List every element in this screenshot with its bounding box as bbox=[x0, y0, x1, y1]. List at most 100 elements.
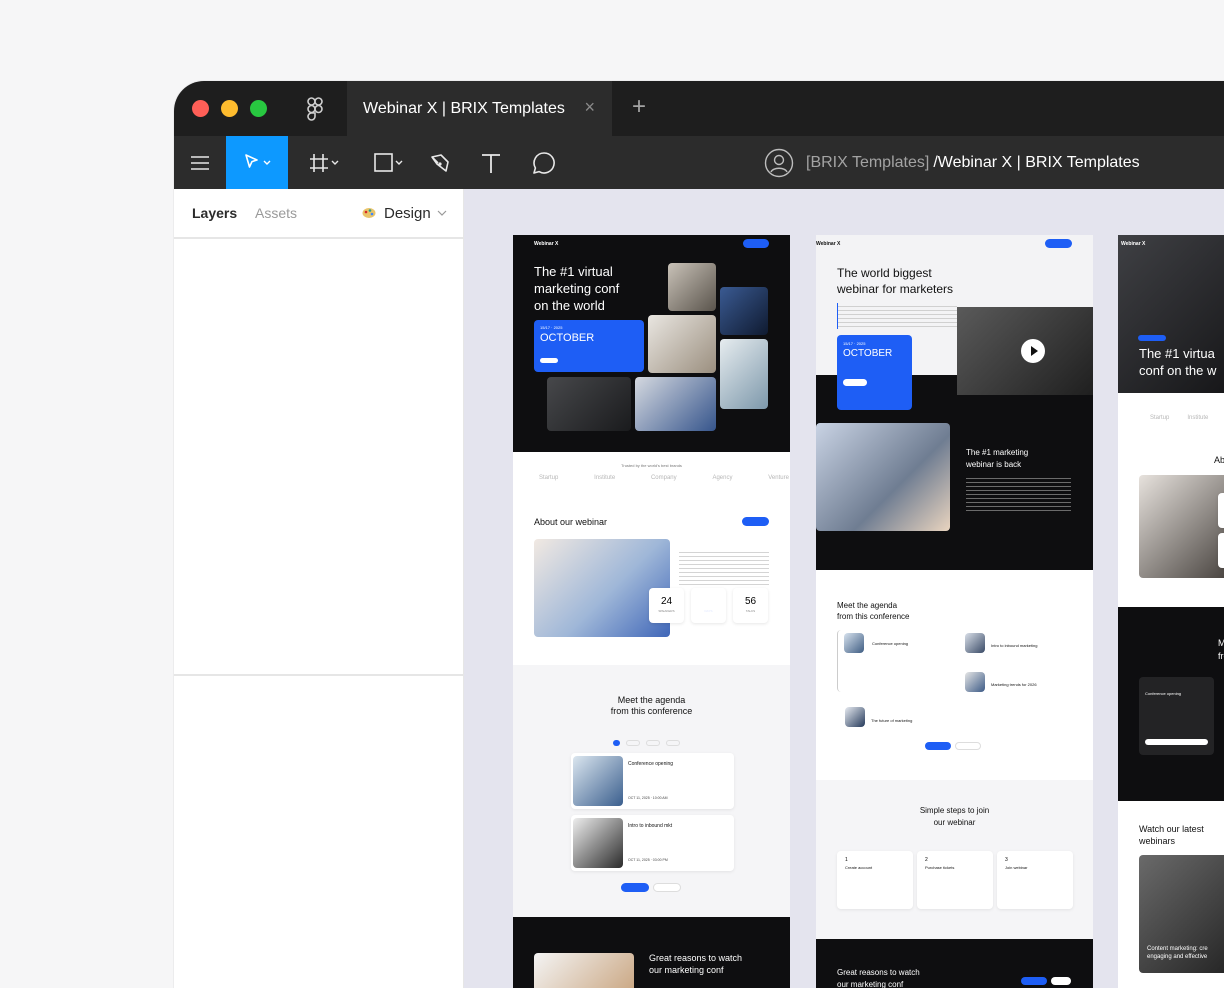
file-breadcrumb: [BRIX Templates] /Webinar X | BRIX Templ… bbox=[764, 136, 1140, 189]
pen-icon bbox=[431, 153, 449, 172]
frame-homepage-v2[interactable]: Webinar X The world biggest webinar for … bbox=[816, 235, 1093, 988]
logo-strip: Startup Institute bbox=[1150, 415, 1208, 421]
figma-logo-icon[interactable] bbox=[307, 97, 323, 126]
agenda-card[interactable]: Conference opening bbox=[1139, 677, 1214, 755]
main-menu-button[interactable] bbox=[174, 136, 226, 189]
user-avatar-icon[interactable] bbox=[764, 148, 794, 178]
agenda-secondary-button[interactable] bbox=[653, 883, 681, 892]
hero-title: The #1 virtua conf on the w bbox=[1139, 345, 1216, 379]
webinar-thumbnail[interactable]: Content marketing: cre engaging and effe… bbox=[1139, 855, 1224, 973]
frame-tool-button[interactable] bbox=[300, 136, 348, 189]
stat-label: TALKS bbox=[745, 609, 756, 613]
comment-tool-button[interactable] bbox=[528, 136, 560, 189]
agenda-cta-button[interactable] bbox=[621, 883, 649, 892]
frame-homepage-v3[interactable]: Webinar X The #1 virtua conf on the w St… bbox=[1118, 235, 1224, 988]
pen-tool-button[interactable] bbox=[424, 136, 456, 189]
reasons-cta-button[interactable] bbox=[1021, 977, 1047, 985]
team-name[interactable]: [BRIX Templates] bbox=[806, 154, 929, 172]
brand-logo[interactable]: Webinar X bbox=[534, 241, 558, 247]
frame-homepage-v1[interactable]: Webinar X The #1 virtual marketing conf … bbox=[513, 235, 790, 988]
nav-cta-button[interactable] bbox=[1045, 239, 1072, 248]
stat-value: 56 bbox=[744, 596, 757, 607]
close-window-button[interactable] bbox=[192, 100, 209, 117]
caption-line-2: engaging and effective bbox=[1147, 954, 1208, 960]
reasons-photo bbox=[534, 953, 634, 988]
new-tab-button[interactable]: + bbox=[632, 93, 646, 121]
hero-line-1: The world biggest bbox=[837, 266, 932, 280]
date-card-button[interactable] bbox=[843, 379, 867, 386]
tab-webinar-x[interactable]: Webinar X | BRIX Templates × bbox=[347, 81, 612, 136]
reasons-section: Great reasons to watch our marketing con… bbox=[513, 917, 790, 988]
reasons-line-1: Great reasons to watch bbox=[837, 968, 920, 977]
close-tab-icon[interactable]: × bbox=[584, 97, 595, 118]
agenda-item-title: Marketing trends for 2026 bbox=[991, 682, 1037, 687]
brand-logo[interactable]: Webinar X bbox=[1121, 241, 1145, 247]
step-card: 3 Join webinar bbox=[997, 851, 1073, 909]
reasons-secondary-button[interactable] bbox=[1051, 977, 1071, 985]
agenda-item-date: OCT 11, 2025 · 10:00 AM bbox=[628, 796, 668, 800]
design-canvas[interactable]: Webinar X The #1 virtual marketing conf … bbox=[464, 189, 1224, 988]
nav-cta-button[interactable] bbox=[743, 239, 769, 248]
stat-label: SPEAKERS bbox=[658, 609, 675, 613]
tab-title: Webinar X | BRIX Templates bbox=[363, 99, 565, 117]
move-tool-button[interactable] bbox=[226, 136, 288, 189]
about-button[interactable] bbox=[742, 517, 769, 526]
tab-assets[interactable]: Assets bbox=[255, 205, 297, 221]
logo-strip: Startup Institute Company Agency Venture bbox=[539, 475, 789, 481]
about-photo bbox=[1139, 475, 1224, 578]
speaker-photo bbox=[844, 633, 864, 653]
agenda-cta-button[interactable] bbox=[925, 742, 951, 750]
logo-institute: Institute bbox=[1187, 415, 1209, 421]
text-icon bbox=[482, 153, 500, 173]
agenda-title: Meet the agenda from this conference bbox=[837, 600, 909, 622]
meet-line-2: fro bbox=[1218, 651, 1224, 661]
maximize-window-button[interactable] bbox=[250, 100, 267, 117]
agenda-item[interactable]: Marketing trends for 2026 bbox=[962, 669, 1072, 697]
design-mode-dropdown[interactable]: Design bbox=[362, 205, 447, 222]
play-icon[interactable] bbox=[1021, 339, 1045, 363]
steps-line-1: Simple steps to join bbox=[919, 806, 990, 815]
agenda-item-featured[interactable]: Conference opening bbox=[837, 630, 949, 692]
agenda-item-title: Intro to inbound mkt bbox=[628, 823, 673, 829]
hero-line-2: webinar for marketers bbox=[837, 282, 954, 296]
hero-line-3: on the world bbox=[534, 298, 605, 313]
back-title: The #1 marketing webinar is back bbox=[966, 447, 1028, 471]
minimize-window-button[interactable] bbox=[221, 100, 238, 117]
title-bar: Webinar X | BRIX Templates × + bbox=[174, 81, 1224, 136]
video-thumbnail[interactable] bbox=[957, 307, 1093, 395]
step-number: 2 bbox=[925, 857, 928, 863]
about-title: About our webinar bbox=[534, 517, 608, 527]
hero-line-2: conf on the w bbox=[1139, 363, 1217, 378]
hero-section: Webinar X The #1 virtual marketing conf … bbox=[513, 235, 790, 452]
agenda-item[interactable]: The future of marketing bbox=[845, 705, 949, 729]
laptop-photo bbox=[720, 287, 768, 335]
agenda-item[interactable]: Intro to inbound marketing bbox=[962, 630, 1072, 658]
steps-line-2: our webinar bbox=[933, 818, 976, 827]
speaker-photo bbox=[573, 756, 623, 806]
shape-tool-button[interactable] bbox=[364, 136, 412, 189]
brand-logo[interactable]: Webinar X bbox=[816, 241, 840, 247]
day-tabs[interactable] bbox=[613, 740, 693, 746]
reasons-line-1: Great reasons to watch bbox=[649, 953, 743, 963]
month-label: OCTOBER bbox=[540, 332, 595, 344]
steps-title: Simple steps to join our webinar bbox=[816, 805, 1093, 829]
stat-card: 24 bbox=[1218, 493, 1224, 528]
agenda-secondary-button[interactable] bbox=[955, 742, 981, 750]
text-tool-button[interactable] bbox=[476, 136, 506, 189]
rectangle-icon bbox=[374, 152, 403, 172]
hero-badge bbox=[1138, 335, 1166, 341]
agenda-item-date: OCT 11, 2025 · 03:00 PM bbox=[628, 858, 668, 862]
file-name[interactable]: /Webinar X | BRIX Templates bbox=[933, 154, 1139, 172]
step-card: 2 Purchase tickets bbox=[917, 851, 993, 909]
hero-paragraph bbox=[837, 303, 957, 329]
date-range: 15/17 · 2025 bbox=[843, 341, 866, 346]
agenda-section: Meet the agenda from this conference Con… bbox=[816, 570, 1093, 780]
agenda-card[interactable]: Conference opening OCT 11, 2025 · 10:00 … bbox=[571, 753, 734, 809]
camera-photo bbox=[547, 377, 631, 431]
tab-layers[interactable]: Layers bbox=[192, 205, 237, 221]
card-button[interactable] bbox=[1145, 739, 1208, 745]
palette-icon bbox=[362, 208, 376, 218]
date-card-button[interactable] bbox=[540, 358, 558, 363]
reasons-line-2: our marketing conf bbox=[649, 965, 724, 975]
agenda-card[interactable]: Intro to inbound mkt OCT 11, 2025 · 03:0… bbox=[571, 815, 734, 871]
